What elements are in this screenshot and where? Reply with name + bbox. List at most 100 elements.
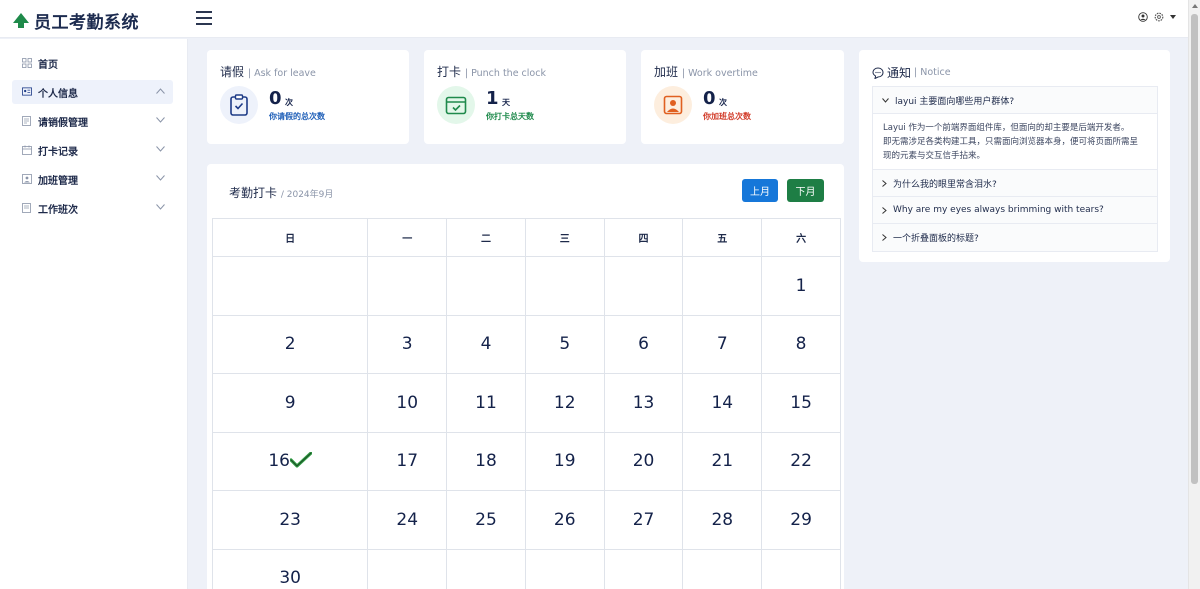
brand[interactable]: 员工考勤系统 <box>12 8 139 33</box>
overtime-stat-card: 加班 | Work overtime 0 次 你加班总次数 <box>641 50 844 144</box>
calendar-day-cell[interactable]: 1 <box>761 256 841 316</box>
stat-description: 你加班总次数 <box>703 112 751 121</box>
weekday-header: 四 <box>603 218 684 257</box>
sidebar-item-work-shifts[interactable]: 工作班次 <box>12 196 173 220</box>
weekday-header: 一 <box>367 218 448 257</box>
calendar-day-cell[interactable]: 13 <box>603 373 684 433</box>
calendar-day-cell[interactable]: 10 <box>367 373 448 433</box>
calendar-day-number: 11 <box>475 392 497 413</box>
chevron-down-icon <box>156 175 165 181</box>
calendar-day-number: 24 <box>396 509 419 530</box>
sidebar-item-clock-records[interactable]: 打卡记录 <box>12 138 173 162</box>
calendar-day-cell[interactable]: 19 <box>524 431 605 491</box>
calendar-day-cell[interactable]: 22 <box>761 431 841 491</box>
stat-unit: 天 <box>502 98 510 107</box>
calendar-day-cell[interactable]: 29 <box>761 490 841 550</box>
scroll-up-arrow[interactable] <box>1192 4 1198 8</box>
calendar-day-cell[interactable]: 8 <box>761 314 841 374</box>
top-bar: 员工考勤系统 <box>0 0 1188 38</box>
calendar-day-number: 1 <box>795 275 807 296</box>
calendar-day-number: 2 <box>284 334 296 355</box>
sidebar-item-leave-management[interactable]: 请销假管理 <box>12 109 173 133</box>
calendar-week-row: 23 24 25 26 27 28 29 <box>211 490 841 550</box>
stat-subtitle: Ask for leave <box>254 68 316 79</box>
menu-toggle-button[interactable] <box>196 11 212 25</box>
calendar-day-number: 12 <box>553 392 576 413</box>
calendar-day-number: 13 <box>632 392 655 413</box>
calendar-day-cell[interactable]: 27 <box>603 490 684 550</box>
collapse-item-header[interactable]: Why are my eyes always brimming with tea… <box>873 197 1157 224</box>
calendar-day-number: 25 <box>475 509 497 530</box>
caret-down-icon[interactable] <box>1170 15 1176 19</box>
calendar-day-cell[interactable]: 14 <box>682 373 763 433</box>
calendar-empty-cell <box>211 256 369 316</box>
calendar-day-cell[interactable]: 24 <box>367 490 448 550</box>
prev-month-button[interactable]: 上月 <box>742 179 778 202</box>
stat-description: 你打卡总天数 <box>486 112 534 121</box>
calendar-empty-cell <box>682 548 763 589</box>
calendar-day-cell[interactable]: 3 <box>367 314 448 374</box>
calendar-day-number: 26 <box>553 509 576 530</box>
calendar-day-number: 16 <box>268 451 290 472</box>
calendar-day-cell[interactable]: 16 <box>211 431 369 491</box>
calendar-day-cell[interactable]: 9 <box>211 373 369 433</box>
stat-value: 1 <box>486 88 499 109</box>
chevron-down-icon <box>156 117 165 123</box>
sidebar-item-personal-info[interactable]: 个人信息 <box>12 80 173 104</box>
calendar-day-cell[interactable]: 21 <box>682 431 763 491</box>
calendar-week-row: 30 <box>211 548 841 589</box>
collapse-item-header[interactable]: layui 主要面向哪些用户群体? <box>873 87 1157 114</box>
calendar-day-cell[interactable]: 18 <box>446 431 526 491</box>
file-icon <box>22 203 32 213</box>
collapse-item-header[interactable]: 为什么我的眼里常含泪水? <box>873 170 1157 197</box>
calendar-day-cell[interactable]: 7 <box>682 314 763 374</box>
chat-bubble-icon <box>872 66 884 79</box>
calendar-day-cell[interactable]: 17 <box>367 431 448 491</box>
scroll-thumb[interactable] <box>1191 14 1198 484</box>
calendar-day-number: 18 <box>475 451 497 472</box>
calendar-day-cell[interactable]: 23 <box>211 490 369 550</box>
calendar-day-number: 14 <box>711 392 734 413</box>
page-scrollbar[interactable] <box>1188 0 1200 589</box>
stat-subtitle: Work overtime <box>688 68 758 79</box>
notice-card: 通知 | Notice layui 主要面向哪些用户群体? Layui 作为一个… <box>859 50 1170 262</box>
calendar-day-number: 29 <box>790 509 812 530</box>
stat-value: 0 <box>269 88 282 109</box>
sidebar-item-label: 打卡记录 <box>38 146 78 158</box>
calendar-month: 2024年9月 <box>286 190 334 200</box>
calendar-check-icon <box>437 86 475 124</box>
user-icon[interactable] <box>1138 12 1148 22</box>
sidebar-item-overtime-management[interactable]: 加班管理 <box>12 167 173 191</box>
next-month-button[interactable]: 下月 <box>787 179 824 202</box>
calendar-week-row: 2 3 4 5 6 7 8 <box>211 314 841 374</box>
stat-value: 0 <box>703 88 716 109</box>
collapse-item-title: 一个折叠面板的标题? <box>893 234 979 244</box>
calendar-day-cell[interactable]: 30 <box>211 548 369 589</box>
chevron-down-icon <box>156 146 165 152</box>
calendar-title: 考勤打卡 <box>229 186 278 200</box>
calendar-week-row: 9 10 11 12 13 14 15 <box>211 373 841 433</box>
calendar-day-cell[interactable]: 11 <box>446 373 526 433</box>
calendar-day-cell[interactable]: 26 <box>524 490 605 550</box>
calendar-day-cell[interactable]: 15 <box>761 373 841 433</box>
calendar-day-number: 3 <box>401 334 413 355</box>
calendar-day-cell[interactable]: 20 <box>603 431 684 491</box>
calendar-day-cell[interactable]: 25 <box>446 490 526 550</box>
id-card-icon <box>22 87 32 97</box>
calendar-empty-cell <box>682 256 763 316</box>
calendar-day-cell[interactable]: 5 <box>524 314 605 374</box>
calendar-day-cell[interactable]: 2 <box>211 314 369 374</box>
weekday-header: 五 <box>682 218 763 257</box>
calendar-day-cell[interactable]: 28 <box>682 490 763 550</box>
sidebar-item-home[interactable]: 首页 <box>12 51 173 75</box>
calendar-day-cell[interactable]: 6 <box>603 314 684 374</box>
calendar-empty-cell <box>603 256 684 316</box>
calendar-day-cell[interactable]: 12 <box>524 373 605 433</box>
notice-collapse: layui 主要面向哪些用户群体? Layui 作为一个前端界面组件库，但面向的… <box>872 86 1158 252</box>
collapse-item-header[interactable]: 一个折叠面板的标题? <box>873 224 1157 251</box>
gear-icon[interactable] <box>1154 12 1164 22</box>
stat-title: 请假 <box>220 65 245 79</box>
calendar-day-cell[interactable]: 4 <box>446 314 526 374</box>
calendar-day-number: 21 <box>711 451 734 472</box>
calendar-week-row: 16 17 18 19 20 21 22 <box>211 431 841 491</box>
